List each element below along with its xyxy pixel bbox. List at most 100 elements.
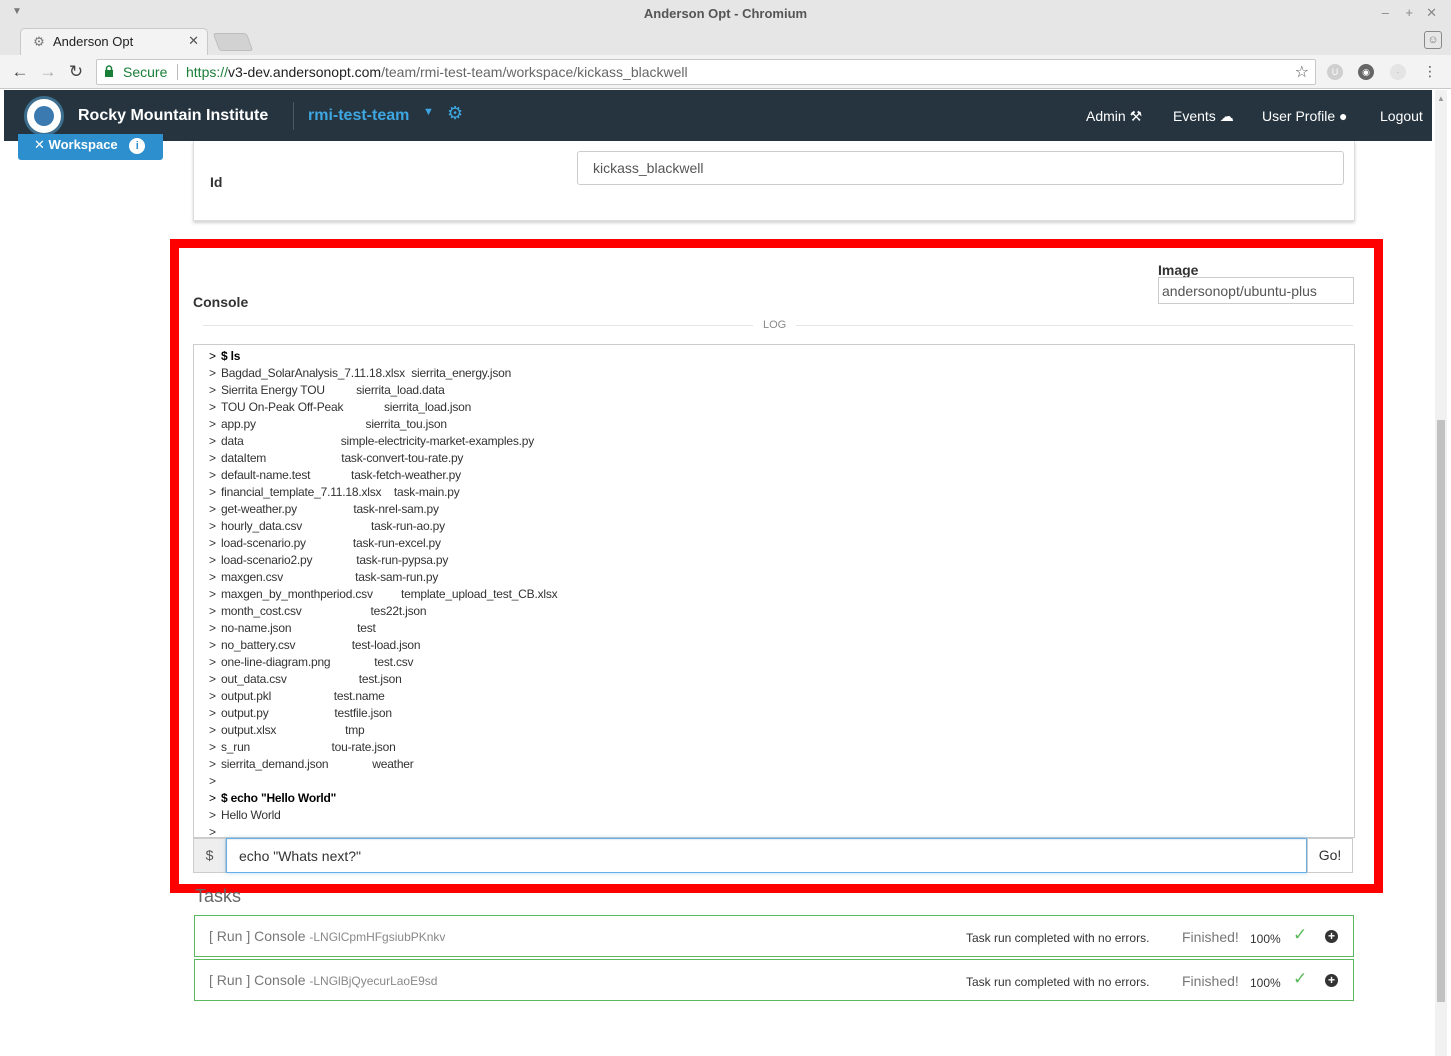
user-icon: ● <box>1339 108 1348 124</box>
secure-label: Secure <box>123 64 168 80</box>
log-prompt-marker: > <box>209 587 216 601</box>
id-input[interactable]: kickass_blackwell <box>577 151 1344 185</box>
task-progress: 100% <box>1250 932 1281 946</box>
nav-admin-label: Admin <box>1086 108 1126 124</box>
info-icon: i <box>129 138 146 154</box>
console-log[interactable]: > $ ls > Bagdad_SolarAnalysis_7.11.18.xlsx … <box>193 344 1355 838</box>
favicon-icon: ⚙ <box>33 34 45 49</box>
log-line-text: Bagdad_SolarAnalysis_7.11.18.xlsx sierri… <box>221 366 512 380</box>
caret-down-icon[interactable]: ▼ <box>423 106 434 118</box>
lock-icon <box>105 65 113 77</box>
log-prompt-marker: > <box>209 621 216 635</box>
brand-name[interactable]: Rocky Mountain Institute <box>78 107 268 125</box>
log-line: > output.py testfile.json <box>209 705 1354 722</box>
nav-user-profile-label: User Profile <box>1262 108 1336 124</box>
log-line: > <box>209 773 1354 790</box>
log-line-text: financial_template_7.11.18.xlsx task-mai… <box>221 485 460 499</box>
workspace-button-label: Workspace <box>48 137 118 152</box>
command-input[interactable]: echo "Whats next?" <box>226 838 1307 873</box>
browser-menu-icon[interactable]: ⋮ <box>1423 63 1437 80</box>
log-line-text: default-name.test task-fetch-weather.py <box>221 468 461 482</box>
task-progress: 100% <box>1250 976 1281 990</box>
extension-icon[interactable]: · <box>1390 64 1406 80</box>
log-line: > out_data.csv test.json <box>209 671 1354 688</box>
nav-logout[interactable]: Logout <box>1380 108 1423 124</box>
log-prompt-marker: > <box>209 740 216 754</box>
team-selector[interactable]: rmi-test-team <box>308 107 409 125</box>
scrollbar-thumb[interactable] <box>1437 420 1445 1002</box>
workspace-id-card: Id kickass_blackwell <box>193 141 1355 221</box>
shield-extension-icon[interactable]: ◉ <box>1358 64 1374 80</box>
nav-events[interactable]: Events ☁ <box>1173 108 1234 125</box>
task-name: [ Run ] Console -LNGlBjQyecurLaoE9sd <box>209 972 437 988</box>
log-line-text: load-scenario2.py task-run-pypsa.py <box>221 553 449 567</box>
cloud-icon: ☁ <box>1219 108 1234 124</box>
log-line: > load-scenario.py task-run-excel.py <box>209 535 1354 552</box>
rmi-logo[interactable] <box>24 96 64 136</box>
log-line: > financial_template_7.11.18.xlsx task-ma… <box>209 484 1354 501</box>
log-line-text: $ echo "Hello World" <box>221 791 337 805</box>
log-prompt-marker: > <box>209 451 216 465</box>
new-tab-button[interactable] <box>212 33 254 51</box>
window-titlebar: ▼ Anderson Opt - Chromium – + ✕ <box>0 0 1451 28</box>
log-line-text: output.pkl test.name <box>221 689 385 703</box>
forward-icon[interactable]: → <box>37 61 59 83</box>
log-line-text: sierrita_demand.json weather <box>221 757 414 771</box>
address-bar[interactable]: Secure https://v3-dev.andersonopt.com/te… <box>96 59 1316 85</box>
profile-icon[interactable]: ☺ <box>1424 31 1442 49</box>
extension-icon[interactable]: U <box>1327 64 1343 80</box>
log-line-text: dataItem task-convert-tou-rate.py <box>221 451 464 465</box>
expand-plus-icon[interactable]: + <box>1325 974 1338 987</box>
log-line: > get-weather.py task-nrel-sam.py <box>209 501 1354 518</box>
bookmark-star-icon[interactable]: ☆ <box>1295 62 1309 82</box>
tab-title: Anderson Opt <box>53 34 134 49</box>
task-name: [ Run ] Console -LNGlCpmHFgsiubPKnkv <box>209 928 445 944</box>
log-prompt-marker: > <box>209 400 216 414</box>
url-scheme: https:// <box>186 64 229 80</box>
log-prompt-marker: > <box>209 570 216 584</box>
expand-plus-icon[interactable]: + <box>1325 930 1338 943</box>
log-prompt-marker: > <box>209 774 216 788</box>
log-prompt-marker: > <box>209 808 216 822</box>
log-prompt-marker: > <box>209 519 216 533</box>
back-icon[interactable]: ← <box>9 61 31 83</box>
log-prompt-marker: > <box>209 791 216 805</box>
prompt-symbol: $ <box>193 838 226 873</box>
tab-close-icon[interactable]: ✕ <box>188 33 199 49</box>
scrollbar[interactable]: ▲ <box>1435 90 1447 1056</box>
task-row[interactable]: [ Run ] Console -LNGlCpmHFgsiubPKnkv Task… <box>194 915 1354 957</box>
go-button[interactable]: Go! <box>1307 838 1353 873</box>
log-prompt-marker: > <box>209 706 216 720</box>
log-line: > s_run tou-rate.json <box>209 739 1354 756</box>
log-prompt-marker: > <box>209 553 216 567</box>
close-icon: ✕ <box>34 137 45 152</box>
log-line: > $ ls <box>209 348 1354 365</box>
log-line: > sierrita_demand.json weather <box>209 756 1354 773</box>
reload-icon[interactable]: ↻ <box>65 61 87 83</box>
maximize-icon[interactable]: + <box>1405 5 1413 20</box>
log-line-text: get-weather.py task-nrel-sam.py <box>221 502 439 516</box>
scroll-up-icon[interactable]: ▲ <box>1437 94 1445 103</box>
log-line-text: s_run tou-rate.json <box>221 740 396 754</box>
url-path: /team/rmi-test-team/workspace/kickass_bl… <box>381 64 688 80</box>
nav-admin[interactable]: Admin ⚒ <box>1086 108 1142 125</box>
gear-icon[interactable]: ⚙ <box>447 103 463 124</box>
log-line-text: one-line-diagram.png test.csv <box>221 655 414 669</box>
log-line-text: data simple-electricity-market-examples.… <box>221 434 535 448</box>
image-input[interactable]: andersonopt/ubuntu-plus <box>1158 277 1354 304</box>
task-row[interactable]: [ Run ] Console -LNGlBjQyecurLaoE9sd Task… <box>194 959 1354 1001</box>
nav-user-profile[interactable]: User Profile ● <box>1262 108 1348 124</box>
log-prompt-marker: > <box>209 604 216 618</box>
close-window-icon[interactable]: ✕ <box>1426 5 1437 21</box>
image-label: Image <box>1158 262 1199 278</box>
log-prompt-marker: > <box>209 689 216 703</box>
minimize-icon[interactable]: – <box>1382 5 1389 20</box>
log-line: > maxgen.csv task-sam-run.py <box>209 569 1354 586</box>
log-line-text: app.py sierrita_tou.json <box>221 417 447 431</box>
log-prompt-marker: > <box>209 638 216 652</box>
log-line-text: load-scenario.py task-run-excel.py <box>221 536 441 550</box>
workspace-button[interactable]: ✕ Workspace i <box>18 134 163 160</box>
omnibox-separator <box>177 64 178 80</box>
task-name-label: [ Run ] Console <box>209 972 306 988</box>
browser-tab[interactable]: ⚙ Anderson Opt ✕ <box>20 28 208 55</box>
